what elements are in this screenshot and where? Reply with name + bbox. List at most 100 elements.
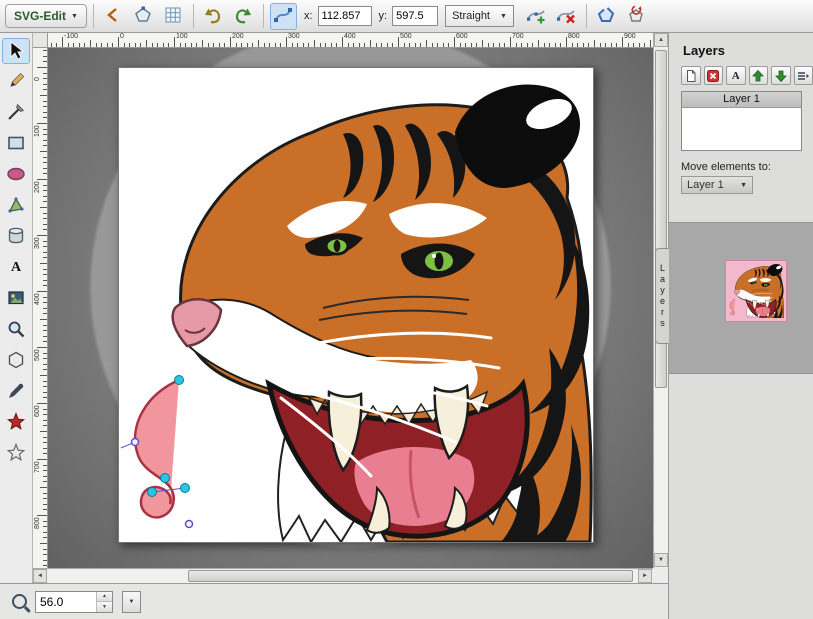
ruler-tick — [79, 43, 80, 47]
select-tool-button[interactable] — [2, 38, 30, 64]
ruler-tick — [560, 43, 561, 47]
chevron-down-icon: ▼ — [740, 182, 747, 189]
move-layer-select[interactable]: Layer 1 ▼ — [681, 176, 753, 194]
canvas-workspace[interactable] — [48, 48, 653, 568]
zoom-preset-dropdown[interactable]: ▼ — [122, 591, 141, 613]
move-layer-value: Layer 1 — [687, 179, 724, 191]
ruler-tick — [219, 43, 220, 47]
layers-panel-tab[interactable]: Layers — [655, 248, 669, 344]
open-path-button[interactable] — [593, 3, 620, 30]
source-code-button[interactable] — [100, 3, 127, 30]
scroll-down-button[interactable]: ▼ — [654, 553, 668, 567]
path-node-selected[interactable] — [161, 474, 170, 483]
star-tool-button[interactable] — [2, 410, 30, 436]
ruler-tick — [196, 43, 197, 47]
path-node-selected[interactable] — [175, 376, 184, 385]
path-control-handle[interactable] — [186, 521, 193, 528]
link-control-points-button[interactable] — [270, 3, 297, 30]
text-tool-button[interactable]: A — [2, 255, 30, 281]
layer-thumbnail[interactable] — [725, 260, 787, 322]
zoom-spinner: ▲ ▼ — [35, 591, 113, 613]
ruler-tick — [40, 319, 47, 320]
ruler-tick — [43, 509, 47, 510]
ruler-tick — [43, 101, 47, 102]
delete-layer-button[interactable] — [704, 66, 724, 85]
path-tool-button[interactable] — [2, 193, 30, 219]
polygon-tool-button[interactable] — [2, 348, 30, 374]
grid-button[interactable] — [160, 3, 187, 30]
shape-edit-button[interactable] — [130, 3, 157, 30]
ruler-tick — [43, 297, 47, 298]
zoom-magnifier-icon — [12, 594, 27, 609]
y-coordinate-input[interactable] — [392, 6, 438, 26]
pencil-tool-button[interactable] — [2, 69, 30, 95]
ruler-label: 400 — [344, 33, 356, 40]
line-tool-button[interactable] — [2, 100, 30, 126]
x-coordinate-input[interactable] — [318, 6, 372, 26]
ruler-tick — [43, 425, 47, 426]
eyedropper-tool-button[interactable] — [2, 379, 30, 405]
main-menu-button[interactable]: SVG-Edit ▼ — [5, 4, 87, 28]
ellipse-tool-button[interactable] — [2, 162, 30, 188]
ruler-tick — [56, 43, 57, 47]
horizontal-scroll-thumb[interactable] — [188, 570, 633, 582]
zoom-increase-button[interactable]: ▲ — [97, 592, 112, 603]
new-layer-button[interactable] — [681, 66, 701, 85]
ruler-tick — [392, 43, 393, 47]
ruler-label: 900 — [624, 33, 636, 40]
layer-row-selected[interactable]: Layer 1 — [682, 92, 801, 108]
image-tool-button[interactable] — [2, 286, 30, 312]
ruler-tick — [43, 397, 47, 398]
shape-library-button[interactable] — [2, 224, 30, 250]
path-control-handle[interactable] — [132, 439, 139, 446]
ruler-tick — [600, 43, 601, 47]
delete-node-button[interactable] — [553, 3, 580, 30]
scroll-right-button[interactable]: ► — [638, 569, 652, 583]
ruler-tick — [40, 487, 47, 488]
ruler-tick — [370, 40, 371, 47]
rename-layer-button[interactable]: A — [726, 66, 746, 85]
zoom-input[interactable] — [36, 592, 96, 612]
ruler-tick — [43, 50, 47, 51]
segment-type-select[interactable]: Straight ▼ — [445, 5, 514, 27]
ruler-tick — [43, 341, 47, 342]
toolbar-separator — [263, 4, 264, 28]
ruler-tick — [43, 117, 47, 118]
ruler-tick — [297, 43, 298, 47]
ruler-tick — [376, 43, 377, 47]
redo-button[interactable] — [230, 3, 257, 30]
raise-layer-button[interactable] — [749, 66, 769, 85]
star-outline-tool-button[interactable] — [2, 441, 30, 467]
path-edit-overlay — [119, 68, 593, 542]
ruler-tick — [420, 43, 421, 47]
reorient-path-button[interactable] — [623, 3, 650, 30]
zoom-decrease-button[interactable]: ▼ — [97, 602, 112, 612]
ruler-tick — [628, 43, 629, 47]
ruler-tick — [43, 106, 47, 107]
rect-tool-button[interactable] — [2, 131, 30, 157]
star-burst-icon — [6, 412, 26, 435]
canvas-page[interactable] — [118, 67, 594, 543]
scroll-up-button[interactable]: ▲ — [654, 33, 668, 47]
path-node-selected[interactable] — [181, 484, 190, 493]
ruler-tick — [43, 481, 47, 482]
ruler-tick — [202, 40, 203, 47]
layer-more-button[interactable] — [794, 66, 813, 85]
zoom-tool-button[interactable] — [2, 317, 30, 343]
scroll-left-button[interactable]: ◄ — [33, 569, 47, 583]
ruler-tick — [43, 420, 47, 421]
linked-nodes-icon — [273, 5, 293, 28]
undo-button[interactable] — [200, 3, 227, 30]
path-node-selected[interactable] — [148, 488, 157, 497]
app-logo-label: SVG-Edit — [14, 9, 66, 23]
lower-layer-button[interactable] — [771, 66, 791, 85]
ruler-tick — [43, 78, 47, 79]
ruler-tick — [37, 403, 47, 404]
ruler-tick — [577, 43, 578, 47]
ruler-tick — [43, 476, 47, 477]
add-node-button[interactable] — [523, 3, 550, 30]
ruler-tick — [303, 43, 304, 47]
ruler-tick — [43, 465, 47, 466]
ruler-label: 500 — [34, 349, 41, 361]
horizontal-scrollbar[interactable]: ◄ ► — [33, 568, 653, 583]
